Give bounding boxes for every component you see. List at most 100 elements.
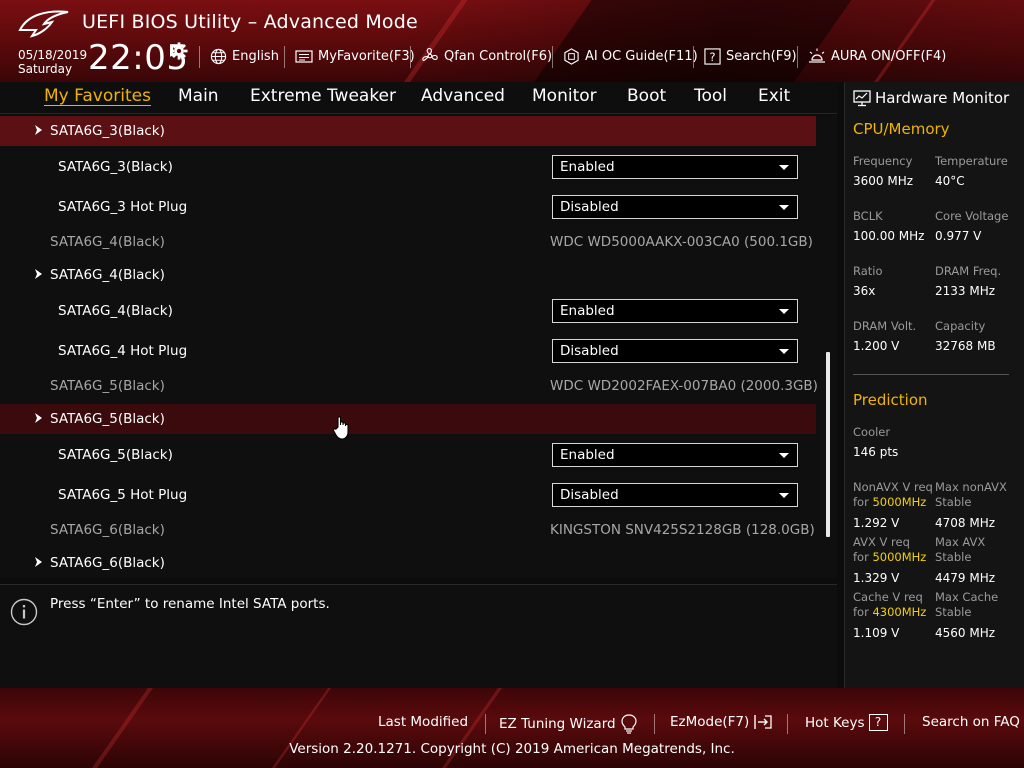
sata6g-5-port-select[interactable]: Enabled <box>552 443 798 467</box>
gear-icon[interactable] <box>170 42 188 60</box>
ai-oc-guide-button[interactable]: AI OC Guide(F11) <box>563 44 698 68</box>
toolbar-divider <box>410 46 411 68</box>
sata6g-3-port-select[interactable]: Enabled <box>552 155 798 179</box>
avx-req-label-line2: for 5000MHz <box>853 550 926 565</box>
search-button[interactable]: ? Search(F9) <box>704 44 797 68</box>
max-nonavx-label-line2: Stable <box>935 495 972 509</box>
setting-row-sata6g-5: SATA6G_5(Black) Enabled <box>0 440 816 470</box>
setting-row-sata6g-4-hotplug: SATA6G_4 Hot Plug Disabled <box>0 336 816 366</box>
hardware-monitor-header: Hardware Monitor <box>853 86 1009 110</box>
setting-label: SATA6G_3(Black) <box>58 159 173 175</box>
ai-oc-label: AI OC Guide(F11) <box>585 48 698 64</box>
scrollbar-thumb[interactable] <box>826 352 830 537</box>
main-tab-bar: My Favorites Main Extreme Tweaker Advanc… <box>0 82 837 114</box>
max-avx-label-line1: Max AVX <box>935 535 986 549</box>
language-label: English <box>232 48 279 64</box>
tab-tool[interactable]: Tool <box>694 86 727 106</box>
tab-advanced[interactable]: Advanced <box>421 86 505 106</box>
hot-keys-button[interactable]: Hot Keys ? <box>805 714 888 731</box>
aura-toggle-button[interactable]: AURA ON/OFF(F4) <box>808 44 946 68</box>
aura-lightbulb-icon <box>809 48 825 63</box>
last-modified-button[interactable]: Last Modified <box>378 714 468 730</box>
help-box-icon: ? <box>704 47 721 65</box>
tab-exit[interactable]: Exit <box>758 86 790 106</box>
ez-tuning-wizard-button[interactable]: EZ Tuning Wizard <box>499 714 638 734</box>
info-label: SATA6G_5(Black) <box>50 378 165 394</box>
max-avx-label: Max AVX Stable <box>935 535 985 565</box>
section-header-sata6g-4[interactable]: SATA6G_4(Black) <box>0 260 816 290</box>
select-value: Disabled <box>560 199 619 215</box>
hand-cursor-icon <box>332 416 349 440</box>
myfavorite-button[interactable]: MyFavorite(F3) <box>295 44 415 68</box>
lightbulb-icon <box>620 714 637 734</box>
section-label: SATA6G_4(Black) <box>50 267 165 283</box>
select-value: Enabled <box>560 447 615 463</box>
ezmode-label: EzMode(F7) <box>670 714 750 730</box>
max-nonavx-value: 4708 MHz <box>935 516 996 530</box>
setting-label: SATA6G_3 Hot Plug <box>58 199 188 215</box>
for-text: for <box>853 550 873 564</box>
select-value: Disabled <box>560 343 619 359</box>
qfan-control-button[interactable]: Qfan Control(F6) <box>421 44 552 68</box>
search-label: Search(F9) <box>726 48 797 64</box>
header-decoration <box>521 0 859 82</box>
max-nonavx-label-line1: Max nonAVX <box>935 480 1007 494</box>
tab-main[interactable]: Main <box>178 86 219 106</box>
tab-extreme-tweaker[interactable]: Extreme Tweaker <box>250 86 396 106</box>
nonavx-req-label-line1: NonAVX V req <box>853 480 933 494</box>
toolbar-divider <box>284 46 285 68</box>
footer-divider <box>654 714 655 734</box>
ratio-value: 36x <box>853 284 876 298</box>
footer-divider <box>904 714 905 734</box>
tab-monitor[interactable]: Monitor <box>532 86 597 106</box>
last-modified-label: Last Modified <box>378 714 469 730</box>
setting-label: SATA6G_5(Black) <box>58 447 173 463</box>
expand-arrow-icon <box>35 413 42 423</box>
toolbar-divider <box>199 46 200 68</box>
dram-volt-label: DRAM Volt. <box>853 319 917 333</box>
toolbar-divider <box>552 46 553 68</box>
max-nonavx-label: Max nonAVX Stable <box>935 480 1007 510</box>
bclk-label: BCLK <box>853 209 883 223</box>
nonavx-target-freq: 5000MHz <box>872 495 927 509</box>
cooler-value: 146 pts <box>853 445 899 459</box>
avx-req-value: 1.329 V <box>853 571 900 585</box>
info-label: SATA6G_6(Black) <box>50 522 165 538</box>
tab-boot[interactable]: Boot <box>627 86 666 106</box>
frequency-label: Frequency <box>853 154 913 168</box>
sata6g-5-hotplug-select[interactable]: Disabled <box>552 483 798 507</box>
section-header-sata6g-3[interactable]: SATA6G_3(Black) <box>0 116 816 146</box>
footer-bar: Last Modified EZ Tuning Wizard EzMode(F7… <box>0 688 1024 768</box>
hot-keys-label: Hot Keys <box>805 714 865 731</box>
hardware-monitor-title: Hardware Monitor <box>875 89 1010 107</box>
nonavx-req-value: 1.292 V <box>853 516 900 530</box>
fan-icon <box>422 47 438 61</box>
max-cache-label: Max Cache Stable <box>935 590 998 620</box>
hardware-monitor-panel: Hardware Monitor CPU/Memory Frequency Te… <box>844 82 1024 688</box>
footer-divider <box>485 714 486 734</box>
setting-label: SATA6G_5 Hot Plug <box>58 487 188 503</box>
dram-freq-label: DRAM Freq. <box>935 264 1002 278</box>
tab-my-favorites[interactable]: My Favorites <box>44 86 151 106</box>
device-name: KINGSTON SNV425S2128GB (128.0GB) <box>550 522 815 538</box>
ezmode-button[interactable]: EzMode(F7) <box>670 714 773 730</box>
chevron-down-icon <box>779 309 789 314</box>
select-value: Disabled <box>560 487 619 503</box>
sata6g-3-hotplug-select[interactable]: Disabled <box>552 195 798 219</box>
max-avx-label-line2: Stable <box>935 550 972 564</box>
myfavorite-label: MyFavorite(F3) <box>318 48 415 64</box>
max-cache-label-line2: Stable <box>935 605 972 619</box>
sata6g-4-port-select[interactable]: Enabled <box>552 299 798 323</box>
date-display: 05/18/2019 Saturday <box>18 48 87 76</box>
sata6g-4-hotplug-select[interactable]: Disabled <box>552 339 798 363</box>
aura-label: AURA ON/OFF(F4) <box>831 48 947 64</box>
cache-req-value: 1.109 V <box>853 626 900 640</box>
ai-chip-icon <box>564 47 579 65</box>
search-faq-label: Search on FAQ <box>922 714 1020 730</box>
search-faq-button[interactable]: Search on FAQ <box>922 714 1020 730</box>
section-header-sata6g-5[interactable]: SATA6G_5(Black) <box>0 404 816 434</box>
max-cache-label-line1: Max Cache <box>935 590 999 604</box>
section-header-sata6g-6[interactable]: SATA6G_6(Black) <box>0 548 816 578</box>
language-button[interactable]: English <box>210 44 279 68</box>
dram-volt-value: 1.200 V <box>853 339 900 353</box>
